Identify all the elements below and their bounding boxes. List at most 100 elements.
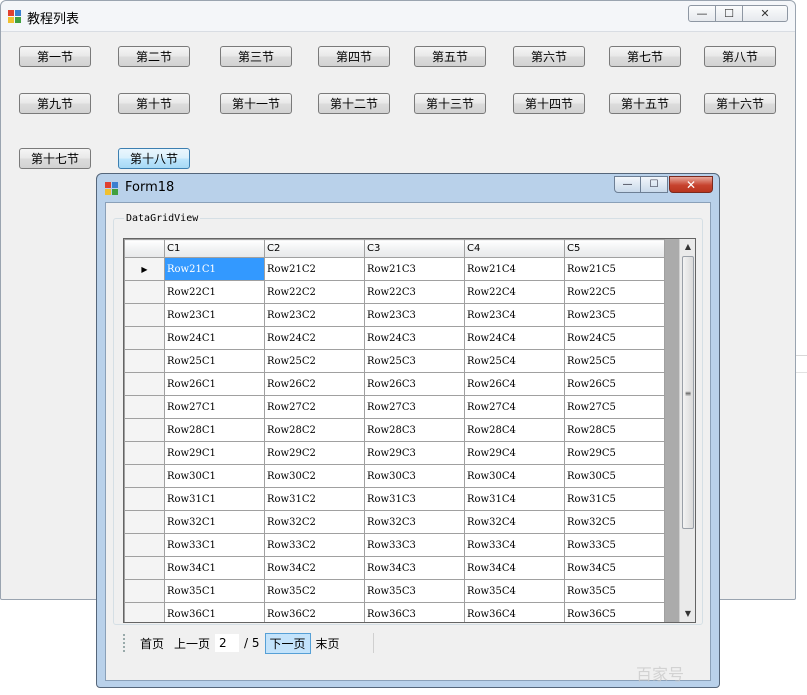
- table-row[interactable]: Row26C1 Row26C2 Row26C3 Row26C4 Row26C5: [124, 372, 665, 396]
- column-header-c3[interactable]: C3: [364, 239, 465, 258]
- grid-cell[interactable]: Row27C2: [264, 395, 365, 419]
- row-header[interactable]: [124, 579, 165, 603]
- grid-cell[interactable]: Row35C4: [464, 579, 565, 603]
- grid-cell[interactable]: Row29C1: [164, 441, 265, 465]
- data-grid[interactable]: C1 C2 C3 C4 C5 ▶ Row21C1 Row21C2 Row21C3 Row21C4 R…: [123, 238, 696, 623]
- row-header[interactable]: [124, 533, 165, 557]
- grid-cell[interactable]: Row36C3: [364, 602, 465, 622]
- grid-cell[interactable]: Row32C3: [364, 510, 465, 534]
- grid-cell[interactable]: Row22C1: [164, 280, 265, 304]
- grid-cell[interactable]: Row32C2: [264, 510, 365, 534]
- grid-cell[interactable]: Row30C3: [364, 464, 465, 488]
- table-row[interactable]: Row32C1 Row32C2 Row32C3 Row32C4 Row32C5: [124, 510, 665, 534]
- scroll-down-icon[interactable]: ▼: [680, 606, 695, 622]
- grid-cell[interactable]: Row26C2: [264, 372, 365, 396]
- row-header[interactable]: [124, 418, 165, 442]
- row-header[interactable]: [124, 303, 165, 327]
- grid-cell[interactable]: Row33C5: [564, 533, 665, 557]
- grid-cell[interactable]: Row31C5: [564, 487, 665, 511]
- next-page-button[interactable]: 下一页: [264, 632, 311, 654]
- lesson-button-15[interactable]: 第十五节: [609, 93, 681, 114]
- grid-cell[interactable]: Row35C3: [364, 579, 465, 603]
- grid-cell[interactable]: Row29C4: [464, 441, 565, 465]
- grid-cell[interactable]: Row27C1: [164, 395, 265, 419]
- grid-cell[interactable]: Row21C5: [564, 257, 665, 281]
- lesson-button-13[interactable]: 第十三节: [414, 93, 486, 114]
- scroll-up-icon[interactable]: ▲: [680, 239, 695, 255]
- toolbar-grip[interactable]: [123, 634, 129, 652]
- lesson-button-4[interactable]: 第四节: [318, 46, 390, 67]
- grid-cell[interactable]: Row25C2: [264, 349, 365, 373]
- grid-cell[interactable]: Row35C5: [564, 579, 665, 603]
- table-row[interactable]: Row30C1 Row30C2 Row30C3 Row30C4 Row30C5: [124, 464, 665, 488]
- row-header[interactable]: [124, 441, 165, 465]
- grid-cell[interactable]: Row28C5: [564, 418, 665, 442]
- grid-cell[interactable]: Row36C2: [264, 602, 365, 622]
- table-row[interactable]: Row28C1 Row28C2 Row28C3 Row28C4 Row28C5: [124, 418, 665, 442]
- grid-cell[interactable]: Row31C2: [264, 487, 365, 511]
- column-header-c1[interactable]: C1: [164, 239, 265, 258]
- grid-cell[interactable]: Row28C1: [164, 418, 265, 442]
- grid-cell[interactable]: Row24C1: [164, 326, 265, 350]
- row-header[interactable]: [124, 464, 165, 488]
- table-row[interactable]: Row24C1 Row24C2 Row24C3 Row24C4 Row24C5: [124, 326, 665, 350]
- row-header[interactable]: [124, 510, 165, 534]
- grid-cell[interactable]: Row33C3: [364, 533, 465, 557]
- grid-cell[interactable]: Row22C3: [364, 280, 465, 304]
- table-row[interactable]: Row34C1 Row34C2 Row34C3 Row34C4 Row34C5: [124, 556, 665, 580]
- grid-cell[interactable]: Row21C3: [364, 257, 465, 281]
- grid-cell[interactable]: Row24C2: [264, 326, 365, 350]
- grid-cell[interactable]: Row25C5: [564, 349, 665, 373]
- grid-cell[interactable]: Row23C3: [364, 303, 465, 327]
- grid-cell[interactable]: Row35C1: [164, 579, 265, 603]
- table-row[interactable]: Row23C1 Row23C2 Row23C3 Row23C4 Row23C5: [124, 303, 665, 327]
- grid-cell[interactable]: Row27C5: [564, 395, 665, 419]
- grid-cell[interactable]: Row32C5: [564, 510, 665, 534]
- grid-cell[interactable]: Row31C3: [364, 487, 465, 511]
- row-header[interactable]: [124, 372, 165, 396]
- prev-page-button[interactable]: 上一页: [169, 633, 215, 654]
- grid-cell[interactable]: Row22C4: [464, 280, 565, 304]
- grid-cell[interactable]: Row29C3: [364, 441, 465, 465]
- table-row[interactable]: Row22C1 Row22C2 Row22C3 Row22C4 Row22C5: [124, 280, 665, 304]
- grid-cell[interactable]: Row33C1: [164, 533, 265, 557]
- lesson-button-8[interactable]: 第八节: [704, 46, 776, 67]
- table-row[interactable]: Row27C1 Row27C2 Row27C3 Row27C4 Row27C5: [124, 395, 665, 419]
- grid-cell[interactable]: Row28C2: [264, 418, 365, 442]
- lesson-button-2[interactable]: 第二节: [118, 46, 190, 67]
- grid-cell[interactable]: Row28C4: [464, 418, 565, 442]
- grid-cell[interactable]: Row32C1: [164, 510, 265, 534]
- maximize-button[interactable]: ☐: [715, 5, 743, 22]
- grid-cell[interactable]: Row23C5: [564, 303, 665, 327]
- grid-cell[interactable]: Row24C3: [364, 326, 465, 350]
- grid-cell[interactable]: Row34C1: [164, 556, 265, 580]
- row-header[interactable]: [124, 280, 165, 304]
- last-page-button[interactable]: 末页: [311, 633, 345, 654]
- grid-cell[interactable]: Row26C5: [564, 372, 665, 396]
- grid-cell[interactable]: Row34C3: [364, 556, 465, 580]
- grid-cell[interactable]: Row22C5: [564, 280, 665, 304]
- grid-cell[interactable]: Row29C5: [564, 441, 665, 465]
- minimize-button[interactable]: —: [688, 5, 716, 22]
- column-header-c5[interactable]: C5: [564, 239, 665, 258]
- grid-cell[interactable]: Row21C4: [464, 257, 565, 281]
- lesson-button-14[interactable]: 第十四节: [513, 93, 585, 114]
- lesson-button-11[interactable]: 第十一节: [220, 93, 292, 114]
- table-row[interactable]: Row33C1 Row33C2 Row33C3 Row33C4 Row33C5: [124, 533, 665, 557]
- row-header[interactable]: ▶: [124, 257, 165, 281]
- grid-cell[interactable]: Row24C5: [564, 326, 665, 350]
- grid-cell[interactable]: Row25C1: [164, 349, 265, 373]
- grid-cell[interactable]: Row21C1: [164, 257, 265, 281]
- grid-corner-header[interactable]: [124, 239, 165, 258]
- table-row[interactable]: Row31C1 Row31C2 Row31C3 Row31C4 Row31C5: [124, 487, 665, 511]
- lesson-button-6[interactable]: 第六节: [513, 46, 585, 67]
- grid-cell[interactable]: Row34C4: [464, 556, 565, 580]
- table-row[interactable]: Row35C1 Row35C2 Row35C3 Row35C4 Row35C5: [124, 579, 665, 603]
- grid-cell[interactable]: Row28C3: [364, 418, 465, 442]
- page-number-input[interactable]: [215, 634, 240, 652]
- lesson-button-10[interactable]: 第十节: [118, 93, 190, 114]
- grid-cell[interactable]: Row36C1: [164, 602, 265, 622]
- row-header[interactable]: [124, 326, 165, 350]
- grid-cell[interactable]: Row34C2: [264, 556, 365, 580]
- table-row[interactable]: Row25C1 Row25C2 Row25C3 Row25C4 Row25C5: [124, 349, 665, 373]
